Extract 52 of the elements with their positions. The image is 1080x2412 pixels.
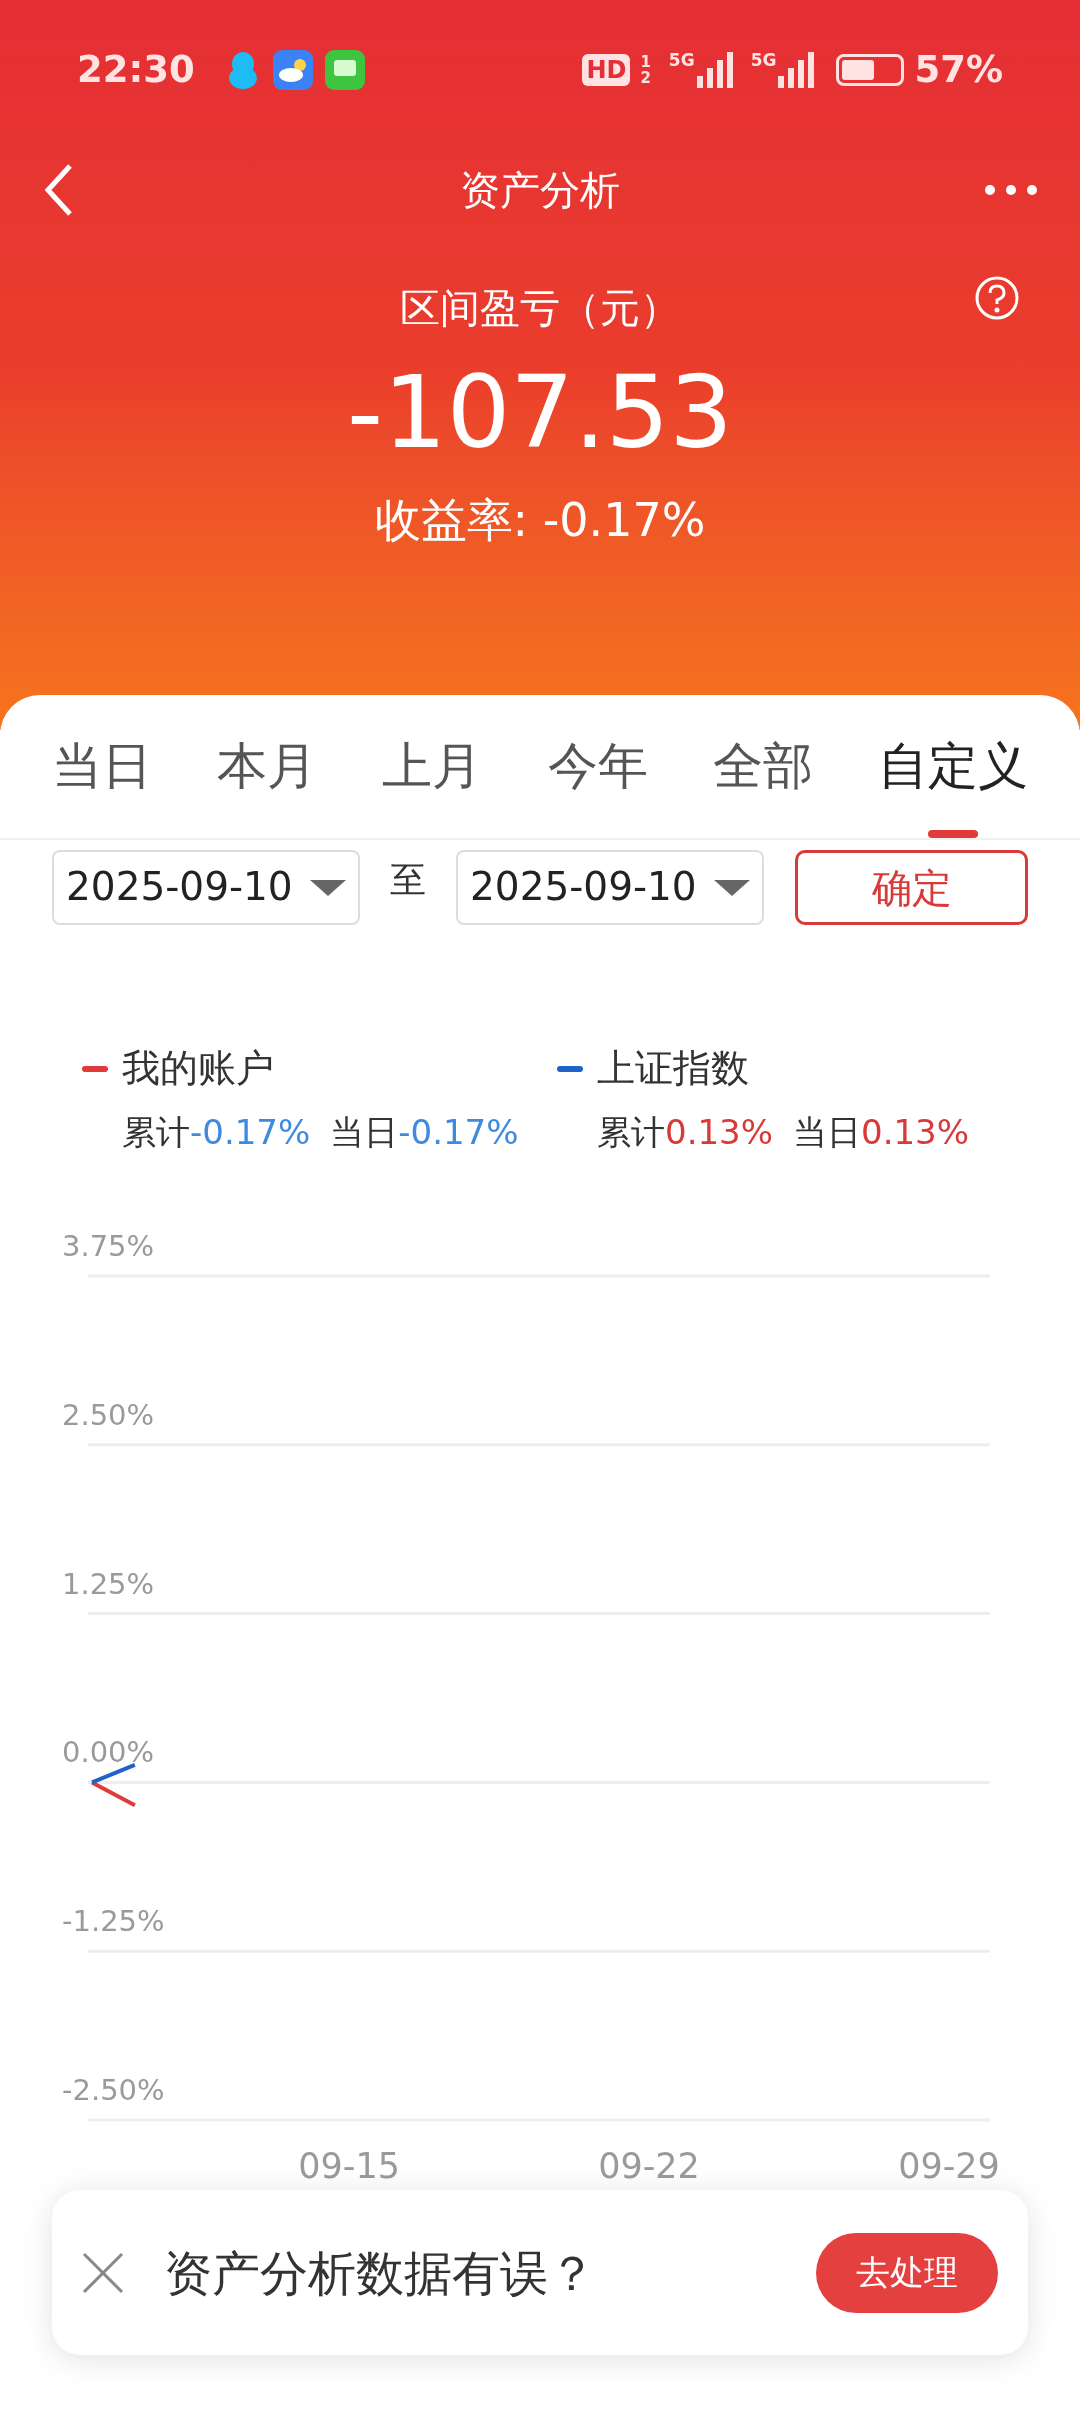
weather-icon	[272, 50, 313, 90]
axis-label: 1.25%	[62, 1566, 155, 1601]
stat-value: 0.13%	[665, 1111, 773, 1154]
period-tab[interactable]: 当日	[52, 695, 152, 838]
legend-name: 上证指数	[597, 1045, 749, 1092]
axis-label: -1.25%	[62, 1904, 165, 1939]
battery-icon	[836, 54, 905, 86]
fix-button[interactable]: 去处理	[816, 2232, 998, 2313]
axis-label: -2.50%	[62, 2073, 165, 2107]
stat-label: 累计	[597, 1111, 665, 1154]
sim-number: 1	[640, 54, 651, 70]
period-tab[interactable]: 自定义	[877, 695, 1028, 838]
stat-value: 0.13%	[861, 1111, 970, 1154]
axis-label: 09-22	[598, 2146, 700, 2186]
return-rate: 收益率: -0.17%	[374, 492, 706, 549]
status-time: 22:30	[77, 47, 195, 94]
hd-badge: HD	[582, 54, 631, 86]
axis-label: 3.75%	[62, 1229, 155, 1263]
range-separator: 至	[390, 858, 426, 902]
summary-label: 区间盈亏（元）	[400, 284, 680, 333]
date-select[interactable]: 2025-09-10	[456, 850, 764, 925]
axis-label: 09-15	[298, 2146, 400, 2186]
period-tab[interactable]: 全部	[712, 695, 813, 838]
signal-icon	[696, 52, 733, 88]
help-icon[interactable]	[974, 275, 1020, 321]
stat-value: -0.17%	[190, 1111, 311, 1154]
signal-icon	[778, 52, 815, 88]
axis-label: 09-29	[898, 2146, 1000, 2186]
more-icon[interactable]	[984, 184, 1038, 196]
period-tab[interactable]: 本月	[217, 695, 318, 838]
legend-name: 我的账户	[122, 1045, 274, 1092]
stat-label: 累计	[122, 1111, 190, 1154]
date-select[interactable]: 2025-09-10	[52, 850, 360, 925]
page-title: 资产分析	[460, 166, 620, 215]
chart-line	[91, 1763, 136, 1785]
network-type: 5G	[750, 52, 777, 69]
message-icon	[324, 50, 365, 90]
period-tab[interactable]: 今年	[547, 695, 648, 838]
close-icon[interactable]	[82, 2251, 124, 2294]
stat-value: -0.17%	[398, 1111, 519, 1154]
axis-label: 2.50%	[62, 1397, 155, 1432]
chart-line	[91, 1780, 136, 1808]
sim-number: 2	[640, 70, 651, 86]
popup-message: 资产分析数据有误？	[164, 2243, 596, 2303]
battery-percent: 57%	[914, 47, 1003, 94]
summary-value: -107.53	[347, 358, 733, 468]
stat-label: 当日	[793, 1111, 861, 1154]
confirm-button[interactable]: 确定	[795, 850, 1028, 925]
stat-label: 当日	[330, 1111, 399, 1154]
period-tab[interactable]: 上月	[382, 695, 483, 838]
axis-label: 0.00%	[62, 1735, 155, 1770]
network-type: 5G	[668, 52, 695, 69]
